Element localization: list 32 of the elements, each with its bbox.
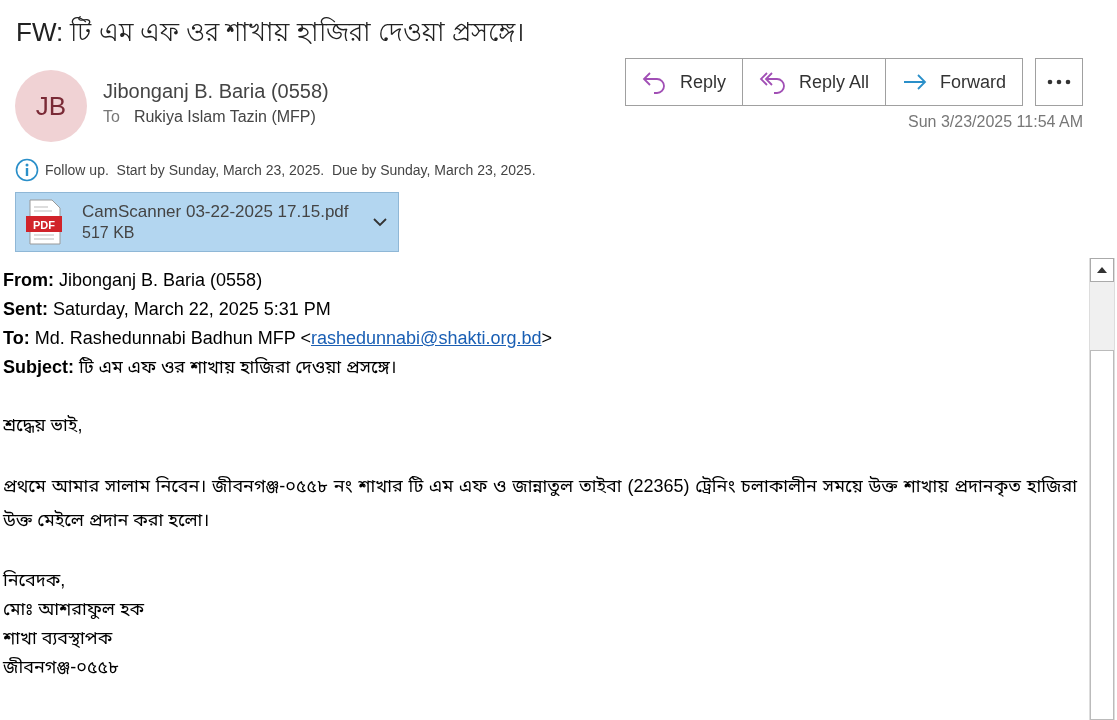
signature-line: মোঃ আশরাফুল হক xyxy=(3,598,146,621)
more-icon xyxy=(1047,79,1071,85)
header-line: To: Md. Rashedunnabi Badhun MFP <rashedunnabi@shakti.org.bd> xyxy=(3,327,553,350)
message-subject: FW: টি এম এফ ওর শাখায় হাজিরা দেওয়া প্রসঙ্গে। xyxy=(15,15,525,49)
chevron-down-icon[interactable] xyxy=(372,217,388,227)
more-options-button[interactable] xyxy=(1035,58,1083,106)
header-line: Subject: টি এম এফ ওর শাখায় হাজিরা দেওয়া প্রসঙ্গে। xyxy=(3,356,398,379)
scroll-up-icon[interactable] xyxy=(1097,267,1107,273)
attachment-size: 517 KB xyxy=(82,224,136,242)
pdf-file-icon: PDF xyxy=(26,199,64,245)
reply-arrow-icon xyxy=(641,70,668,94)
signature-line: জীবনগঞ্জ-০৫৫৮ xyxy=(3,656,120,679)
body-paragraph: প্রথমে আমার সালাম নিবেন। জীবনগঞ্জ-০৫৫৮ নং শাখার টি এম এফ ও জান্নাতুল তাইবা (22365) ট্রেনিং চলাকালীন সময়ে উক্ত শাখায় প্রদানকৃত হাজিরা উক্ত মেইলে প্রদান করা হলো। xyxy=(3,475,1077,532)
sender-name: Jibonganj B. Baria (0558) xyxy=(103,80,329,103)
header-line: From: Jibonganj B. Baria (0558) xyxy=(3,269,264,292)
follow-up-text: Follow up. Start by Sunday, March 23, 2025. Due by Sunday, March 23, 2025. xyxy=(45,162,536,178)
received-date: Sun 3/23/2025 11:54 AM xyxy=(908,113,1083,131)
sender-avatar: JB xyxy=(15,70,87,142)
attachment-name: CamScanner 03-22-2025 17.15.pdf xyxy=(82,202,350,222)
greeting: শ্রদ্ধেয় ভাই, xyxy=(3,414,84,437)
recipient-name: Rukiya Islam Tazin (MFP) xyxy=(133,108,316,126)
info-icon xyxy=(15,158,39,182)
forward-arrow-icon xyxy=(902,72,928,92)
attachment-card[interactable]: PDF CamScanner 03-22-2025 17.15.pdf 517 KB xyxy=(15,192,399,252)
to-label: To xyxy=(103,108,120,126)
signature-line: শাখা ব্যবস্থাপক xyxy=(3,627,114,650)
scroll-thumb[interactable] xyxy=(1090,350,1114,720)
signature-line: নিবেদক, xyxy=(3,569,67,592)
reply-all-arrow-icon xyxy=(758,70,787,94)
email-link[interactable]: rashedunnabi@shakti.org.bd xyxy=(311,328,542,348)
scrollbar[interactable] xyxy=(1089,258,1115,720)
header-line: Sent: Saturday, March 22, 2025 5:31 PM xyxy=(3,298,332,321)
